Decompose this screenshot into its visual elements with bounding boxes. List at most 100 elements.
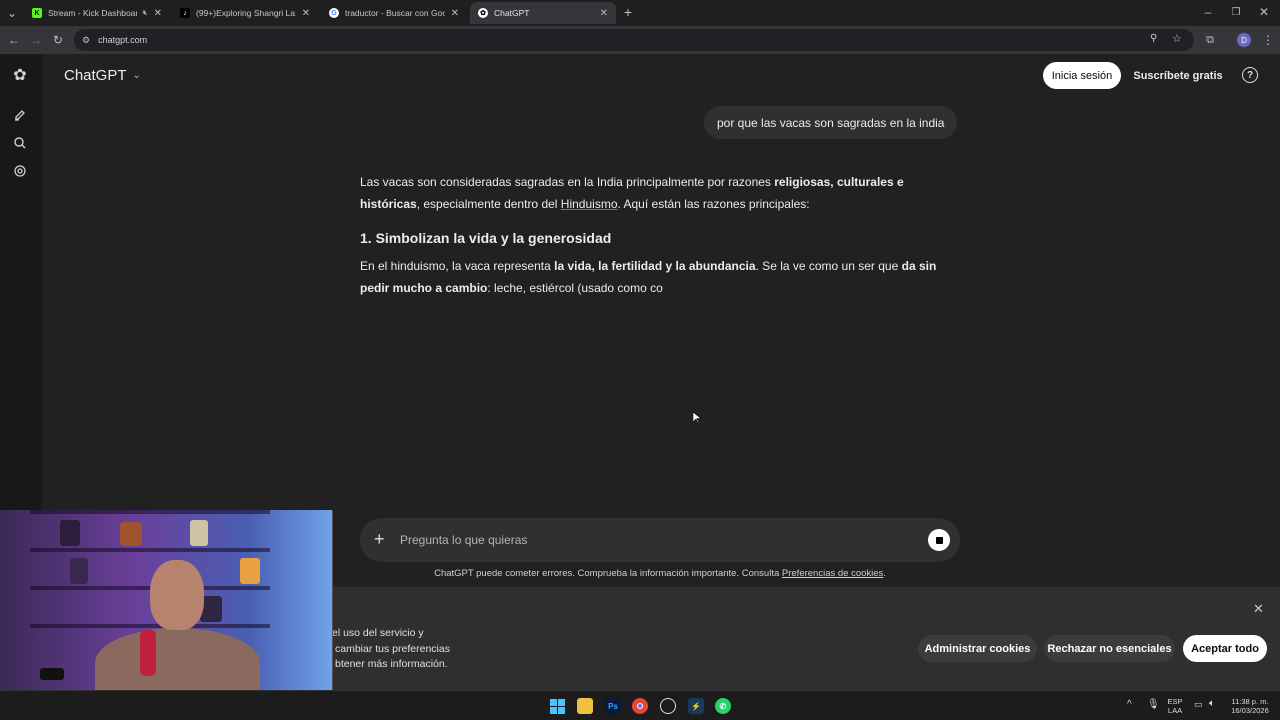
disclaimer: ChatGPT puede cometer errores. Comprueba… <box>360 568 960 579</box>
cookie-text-line: cambiar tus preferencias <box>335 642 450 655</box>
figurine <box>60 520 80 546</box>
new-chat-icon[interactable] <box>11 106 29 124</box>
streamer-head <box>150 560 204 630</box>
taskbar: Ps ⚡ ✆ ^ 🎙︎ ESP LAA ▭ 🔈︎ 11:38 p. m. 16/… <box>0 690 1280 720</box>
date: 16/03/2026 <box>1231 706 1269 715</box>
whatsapp-icon[interactable]: ✆ <box>715 698 731 714</box>
assistant-response: Las vacas son consideradas sagradas en l… <box>360 171 950 299</box>
new-tab-plus-icon[interactable]: + <box>620 4 636 20</box>
language-indicator[interactable]: ESP LAA <box>1165 697 1185 715</box>
text-span: , especialmente dentro del <box>416 197 561 211</box>
help-icon[interactable]: ? <box>1242 67 1258 83</box>
photoshop-icon[interactable]: Ps <box>605 698 621 714</box>
library-icon[interactable] <box>11 162 29 180</box>
openai-logo-icon[interactable]: ✿ <box>11 66 29 84</box>
tab-tiktok[interactable]: ♪ (99+)Exploring Shangri La: Ava ✕ <box>172 2 318 24</box>
tab-title: ChatGPT <box>494 8 530 18</box>
composer: + <box>360 518 960 562</box>
tiktok-icon: ♪ <box>180 8 190 18</box>
bookmark-star-icon[interactable]: ☆ <box>1172 32 1182 45</box>
language-code: ESP <box>1167 697 1183 706</box>
reject-nonessential-button[interactable]: Rechazar no esenciales <box>1044 635 1175 662</box>
browser-menu-icon[interactable]: ⋮ <box>1260 32 1276 48</box>
chevron-down-icon: ⌄ <box>132 70 141 81</box>
site-info-icon[interactable]: ⚙ <box>82 35 90 46</box>
text-span: . Aquí están las razones principales: <box>617 197 810 211</box>
cookie-preferences-link[interactable]: Preferencias de cookies <box>782 568 883 579</box>
openai-app-icon[interactable] <box>660 698 676 714</box>
disclaimer-end: . <box>883 568 886 579</box>
sidebar: ✿ <box>0 54 42 510</box>
back-arrow-icon[interactable]: ← <box>6 32 22 48</box>
window-close-icon[interactable]: ✕ <box>1256 4 1272 20</box>
streamer-body <box>95 628 260 690</box>
response-paragraph: Las vacas son consideradas sagradas en l… <box>360 171 950 215</box>
microphone-tray-icon[interactable]: 🎙︎ <box>1147 699 1160 710</box>
forward-arrow-icon[interactable]: → <box>28 32 44 48</box>
attach-plus-icon[interactable]: + <box>374 530 385 548</box>
disclaimer-text: ChatGPT puede cometer errores. Comprueba… <box>434 568 782 579</box>
file-explorer-icon[interactable] <box>577 698 593 714</box>
user-message-bubble: por que las vacas son sagradas en la ind… <box>704 106 958 139</box>
tab-google[interactable]: G traductor - Buscar con Google ✕ <box>321 2 467 24</box>
stop-generating-button[interactable] <box>928 529 950 551</box>
restore-icon[interactable]: ❐ <box>1228 4 1244 20</box>
text-span: . Se la ve como un ser que <box>755 259 902 273</box>
manage-cookies-button[interactable]: Administrar cookies <box>918 635 1037 662</box>
login-button[interactable]: Inicia sesión <box>1043 62 1121 89</box>
text-span: En el hinduismo, la vaca representa <box>360 259 555 273</box>
text-span: : leche, estiércol (usado como co <box>487 281 663 295</box>
model-name: ChatGPT <box>64 67 127 84</box>
clock[interactable]: 11:38 p. m. 16/03/2026 <box>1224 697 1276 715</box>
microphone <box>140 630 156 676</box>
volume-icon[interactable]: 🔈︎ <box>1209 698 1215 709</box>
tab-title: (99+)Exploring Shangri La: Ava <box>196 8 296 18</box>
address-bar: ← → ↻ ⚙ chatgpt.com ⚲ ☆ ⧉ D ⋮ <box>0 26 1280 54</box>
network-icon[interactable]: ▭ <box>1194 699 1203 710</box>
figurine <box>70 558 88 584</box>
tab-kick[interactable]: K Stream - Kick Dashboard 🔇︎ ✕ <box>24 2 170 24</box>
close-tab-icon[interactable]: ✕ <box>600 8 608 19</box>
cookie-text: el uso del servicio y cambiar tus prefer… <box>332 626 592 673</box>
tab-search-chevron-icon[interactable]: ⌄ <box>4 5 20 21</box>
muted-speaker-icon[interactable]: 🔇︎ <box>143 8 148 18</box>
tab-chatgpt[interactable]: ✿ ChatGPT ✕ <box>470 2 616 24</box>
reload-icon[interactable]: ↻ <box>50 32 66 48</box>
url-text[interactable]: chatgpt.com <box>98 35 147 45</box>
stream-logo-icon <box>40 668 64 680</box>
figurine <box>240 558 260 584</box>
shelf <box>30 510 270 514</box>
tab-title: traductor - Buscar con Google <box>345 8 445 18</box>
cookie-text-line: btener más información. <box>335 658 448 670</box>
model-selector[interactable]: ChatGPT ⌄ <box>64 67 141 84</box>
close-tab-icon[interactable]: ✕ <box>302 8 310 19</box>
close-tab-icon[interactable]: ✕ <box>154 8 162 19</box>
extensions-icon[interactable]: ⧉ <box>1202 32 1218 48</box>
zoom-icon[interactable]: ⚲ <box>1150 33 1157 44</box>
prompt-input[interactable] <box>400 530 900 550</box>
keyboard-layout: LAA <box>1167 706 1183 715</box>
bold-text: la vida, la fertilidad y la abundancia <box>554 259 756 273</box>
minimize-icon[interactable]: – <box>1200 4 1216 20</box>
mouse-cursor-icon <box>692 411 702 429</box>
time: 11:38 p. m. <box>1231 697 1269 706</box>
profile-avatar[interactable]: D <box>1237 33 1251 47</box>
signup-button[interactable]: Suscríbete gratis <box>1130 62 1226 89</box>
omnibox[interactable]: ⚙ chatgpt.com ⚲ ☆ <box>74 29 1194 51</box>
tray-chevron-icon[interactable]: ^ <box>1127 699 1132 710</box>
figurine <box>190 520 208 546</box>
close-tab-icon[interactable]: ✕ <box>451 8 459 19</box>
accept-all-button[interactable]: Aceptar todo <box>1183 635 1267 662</box>
close-icon[interactable]: ✕ <box>1253 601 1264 617</box>
response-heading: 1. Simbolizan la vida y la generosidad <box>360 230 612 246</box>
windows-start-icon[interactable] <box>549 698 565 714</box>
response-paragraph: En el hinduismo, la vaca representa la v… <box>360 255 950 299</box>
shelf <box>30 624 270 628</box>
text-span: Las vacas son consideradas sagradas en l… <box>360 175 775 189</box>
chat-header: ChatGPT ⌄ Inicia sesión Suscríbete grati… <box>42 54 1280 98</box>
stream-app-icon[interactable]: ⚡ <box>688 698 704 714</box>
chrome-icon[interactable] <box>632 698 648 714</box>
hinduismo-link[interactable]: Hinduismo <box>561 197 618 211</box>
search-icon[interactable] <box>11 134 29 152</box>
webcam-overlay <box>0 510 333 690</box>
